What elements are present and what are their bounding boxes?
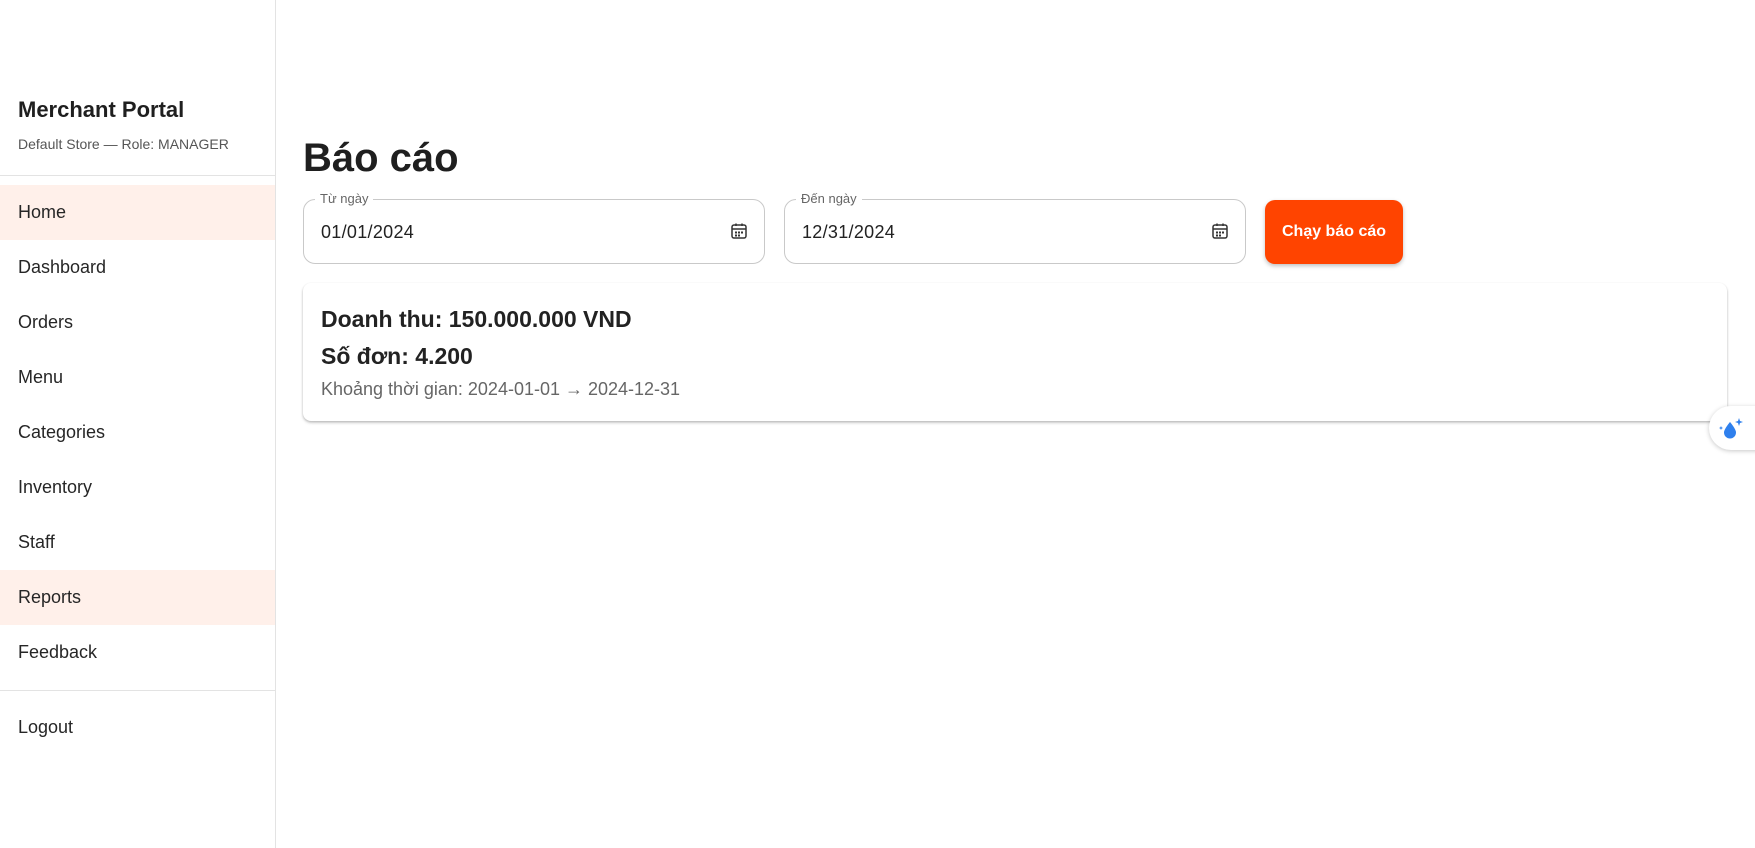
sidebar-item-label: Orders (18, 312, 74, 332)
from-date-field[interactable]: Từ ngày 01/01/2024 (303, 191, 765, 264)
sidebar-divider (0, 690, 275, 691)
sidebar-item-staff[interactable]: Staff (0, 515, 275, 570)
store-role-info: Default Store — Role: MANAGER (18, 136, 229, 152)
sidebar-item-label: Staff (18, 532, 55, 552)
from-date-value[interactable]: 01/01/2024 (321, 222, 414, 243)
revenue-text: Doanh thu: 150.000.000 VND (321, 306, 632, 332)
date-range-text: Khoảng thời gian: 2024-01-01 → 2024-12-3… (321, 379, 681, 399)
sidebar-item-label: Home (18, 202, 67, 222)
sidebar-item-label: Inventory (18, 477, 93, 497)
to-date-field[interactable]: Đến ngày 12/31/2024 (784, 191, 1246, 264)
floating-assistant-button[interactable] (1709, 406, 1755, 450)
report-result-card: Doanh thu: 150.000.000 VND Số đơn: 4.200… (303, 283, 1727, 421)
sidebar-item-label: Reports (18, 587, 82, 607)
to-date-label: Đến ngày (796, 191, 862, 207)
sidebar-item-home[interactable]: Home (0, 185, 275, 240)
calendar-icon[interactable] (1211, 222, 1229, 240)
sidebar-item-inventory[interactable]: Inventory (0, 460, 275, 515)
sidebar-item-label: Dashboard (18, 257, 107, 277)
sidebar-item-reports[interactable]: Reports (0, 570, 275, 625)
brand-title: Merchant Portal (18, 97, 185, 122)
order-count-text: Số đơn: 4.200 (321, 343, 473, 369)
logout-button[interactable]: Logout (0, 700, 275, 755)
sidebar: Merchant Portal Default Store — Role: MA… (0, 0, 276, 848)
sidebar-item-feedback[interactable]: Feedback (0, 625, 275, 680)
sidebar-item-label: Feedback (18, 642, 98, 662)
calendar-icon[interactable] (730, 222, 748, 240)
sidebar-divider (0, 175, 275, 176)
sidebar-item-menu[interactable]: Menu (0, 350, 275, 405)
page-title: Báo cáo (303, 136, 459, 180)
sidebar-item-label: Menu (18, 367, 64, 387)
sidebar-item-orders[interactable]: Orders (0, 295, 275, 350)
from-date-label: Từ ngày (315, 191, 374, 207)
to-date-value[interactable]: 12/31/2024 (802, 222, 895, 243)
logout-label: Logout (18, 717, 74, 737)
sidebar-item-label: Categories (18, 422, 106, 442)
water-drop-sparkle-icon (1719, 418, 1743, 439)
sidebar-item-categories[interactable]: Categories (0, 405, 275, 460)
run-report-button[interactable]: Chạy báo cáo (1265, 200, 1403, 264)
sidebar-item-dashboard[interactable]: Dashboard (0, 240, 275, 295)
